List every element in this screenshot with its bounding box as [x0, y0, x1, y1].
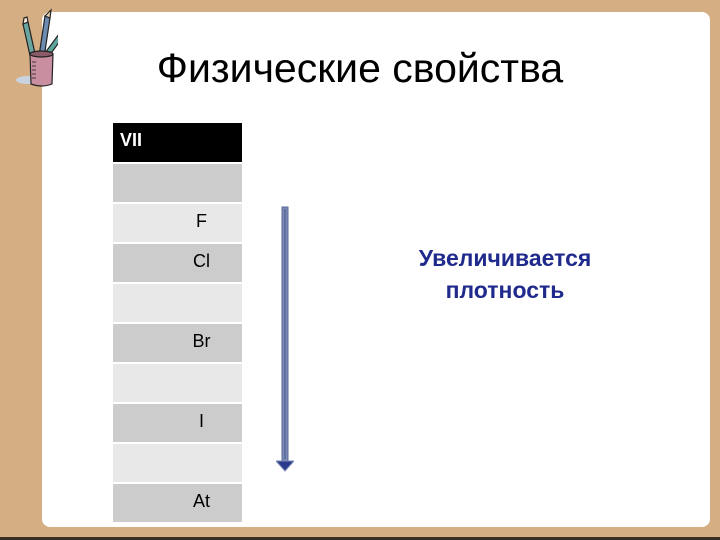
element-symbol: Cl	[193, 251, 210, 271]
group-table: VII F Cl Br I At	[113, 123, 242, 524]
element-symbol: At	[192, 491, 210, 511]
note-line-2: плотность	[445, 277, 565, 303]
element-symbol: Br	[192, 331, 211, 351]
table-row: I	[113, 404, 242, 442]
table-header: VII	[113, 123, 242, 162]
table-row: Cl	[113, 244, 242, 282]
group-label: VII	[120, 130, 143, 150]
table-row: Br	[113, 324, 242, 362]
table-row	[113, 364, 242, 402]
arrow-down-icon	[276, 206, 294, 472]
note-line-1: Увеличивается	[418, 245, 592, 271]
table-row: F	[113, 204, 242, 242]
table-row	[113, 164, 242, 202]
table-row	[113, 284, 242, 322]
element-symbol: I	[198, 411, 204, 431]
element-symbol: F	[196, 211, 207, 231]
table-row	[113, 444, 242, 482]
density-note: Увеличивается плотность	[380, 242, 630, 306]
slide-title: Физические свойства	[156, 45, 564, 91]
table-row: At	[113, 484, 242, 522]
